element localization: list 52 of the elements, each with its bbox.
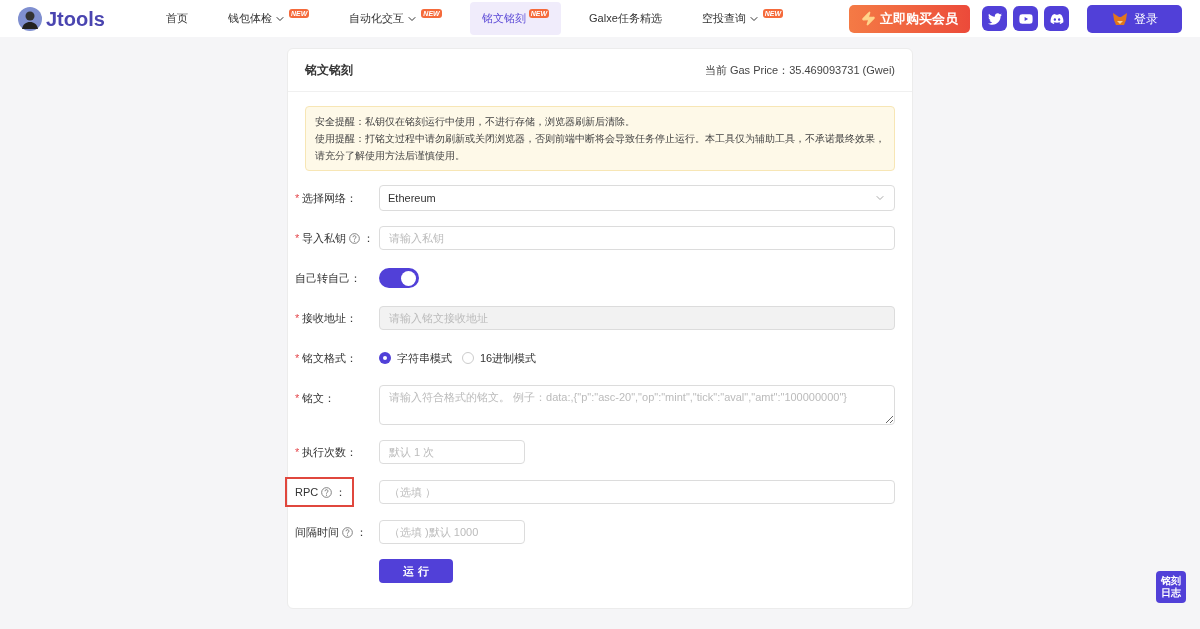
field-label: 铭文格式 <box>302 350 347 366</box>
twitter-icon[interactable] <box>982 6 1007 31</box>
nav-tab[interactable]: 首页 <box>154 2 200 35</box>
discord-icon[interactable] <box>1044 6 1069 31</box>
colon: ： <box>363 230 373 246</box>
input-field[interactable]: 默认 1 次 <box>379 440 525 464</box>
toggle-switch[interactable] <box>379 268 419 288</box>
inscription-textarea[interactable]: 请输入符合格式的铭文。 例子：data:,{"p":"asc-20","op":"mint","tick":"aval","amt":"100000000"} <box>379 385 895 425</box>
login-button[interactable]: 登录 <box>1087 4 1182 33</box>
input-field[interactable]: （选填 )默认 1000 <box>379 520 525 544</box>
field-label: 导入私钥 <box>302 230 347 246</box>
help-icon <box>321 486 333 498</box>
avatar-icon <box>18 6 42 31</box>
required-asterisk: * <box>295 390 300 406</box>
required-asterisk: * <box>295 350 300 366</box>
colon: ： <box>346 444 356 460</box>
fox-icon <box>1111 11 1128 26</box>
run-button[interactable]: 运 行 <box>379 559 453 583</box>
radio-option[interactable]: 字符串模式 <box>379 349 452 367</box>
field-label: 间隔时间 <box>295 524 339 540</box>
brand-name[interactable]: Jtools <box>46 3 105 34</box>
field-label: 执行次数 <box>302 444 347 460</box>
field-label: RPC <box>295 484 319 500</box>
notice-text: 使用提醒：打铭文过程中请勿刷新或关闭浏览器，否则前端中断将会导致任务停止运行。本工具仅为辅助工具，不承诺最终效果，请充分了解使用方法后谨慎使用。 <box>315 132 885 163</box>
input-field[interactable]: （选填 ） <box>379 480 895 504</box>
card-title: 铭文铭刻 <box>305 62 353 79</box>
field-label: 选择网络 <box>302 190 347 206</box>
lightning-icon <box>861 11 876 26</box>
colon: ： <box>350 270 359 286</box>
colon: ： <box>346 310 356 326</box>
help-icon <box>349 232 361 244</box>
inscription-log-button[interactable]: 铭刻日志 <box>1156 571 1186 603</box>
field-label: 自己转自己 <box>295 270 350 286</box>
field-label: 接收地址 <box>302 310 347 326</box>
colon: ： <box>356 524 365 540</box>
radio-option[interactable]: 16进制模式 <box>462 349 537 367</box>
required-asterisk: * <box>295 190 300 206</box>
colon: ： <box>335 484 345 500</box>
notice-text: 安全提醒：私钥仅在铭刻运行中使用，不进行存储，浏览器刷新后清除。 <box>315 115 636 129</box>
required-asterisk: * <box>295 444 300 460</box>
nav-tab[interactable]: Galxe任务精选 <box>577 2 674 35</box>
youtube-icon[interactable] <box>1013 6 1038 31</box>
required-asterisk: * <box>295 230 300 246</box>
network-select[interactable]: Ethereum <box>379 185 895 211</box>
help-icon <box>342 526 353 538</box>
colon: ： <box>346 190 356 206</box>
input-field[interactable]: 请输入私钥 <box>379 226 895 250</box>
field-label: 铭文 <box>302 390 325 406</box>
required-asterisk: * <box>295 310 300 326</box>
colon: ： <box>346 350 356 366</box>
gas-price: 当前 Gas Price：35.469093731 (Gwei) <box>704 62 895 78</box>
colon: ： <box>324 390 334 406</box>
